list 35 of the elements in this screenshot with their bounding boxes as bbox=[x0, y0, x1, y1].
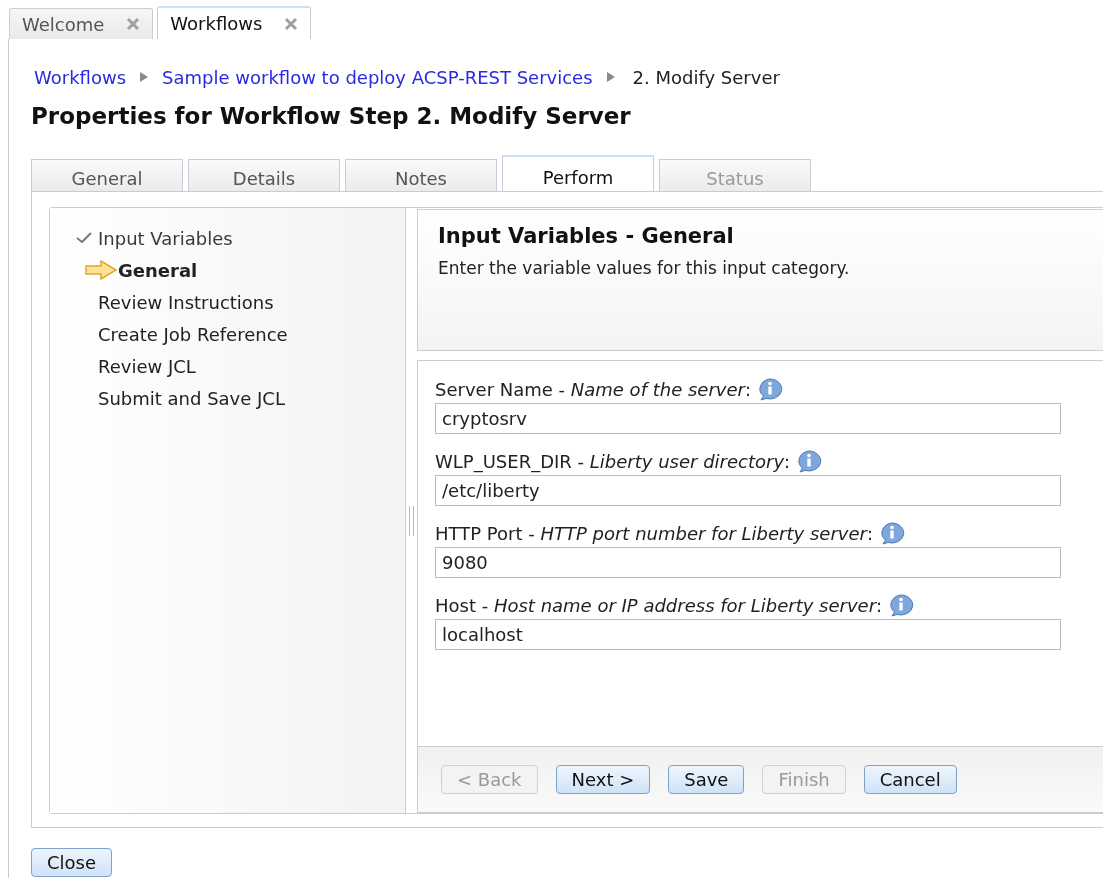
editor-tab[interactable]: Workflows bbox=[157, 6, 312, 39]
editor-tab[interactable]: Welcome bbox=[9, 8, 154, 39]
step-item[interactable]: Input Variables bbox=[98, 227, 233, 249]
wizard-button[interactable]: Save bbox=[668, 765, 745, 794]
field-label: HTTP Port - HTTP port number for Liberty server: bbox=[435, 522, 873, 544]
field-label: Server Name - Name of the server: bbox=[435, 378, 751, 400]
wizard-button[interactable]: Next > bbox=[555, 765, 651, 794]
step-item[interactable]: Create Job Reference bbox=[98, 323, 288, 345]
input-field[interactable]: 9080 bbox=[435, 547, 1061, 578]
step-item[interactable]: Review JCL bbox=[98, 355, 196, 377]
breadcrumb-current: 2. Modify Server bbox=[632, 66, 780, 88]
chevron-icon bbox=[140, 72, 149, 82]
page-title: Properties for Workflow Step 2. Modify Server bbox=[31, 103, 632, 131]
chevron-icon bbox=[606, 72, 615, 82]
breadcrumb-link[interactable]: Workflows bbox=[34, 66, 127, 88]
tab[interactable]: Details bbox=[188, 159, 340, 191]
tab[interactable]: General bbox=[31, 159, 183, 191]
input-field[interactable]: cryptosrv bbox=[435, 403, 1061, 434]
tab[interactable]: Perform bbox=[502, 155, 654, 191]
step-item[interactable]: Review Instructions bbox=[98, 291, 274, 313]
step-item[interactable]: Submit and Save JCL bbox=[98, 387, 285, 409]
input-field[interactable]: /etc/liberty bbox=[435, 475, 1061, 506]
wizard-button[interactable]: Cancel bbox=[863, 765, 957, 794]
input-field[interactable]: localhost bbox=[435, 619, 1061, 650]
close-button[interactable]: Close bbox=[31, 848, 113, 877]
tab[interactable]: Notes bbox=[345, 159, 497, 191]
splitter-handle[interactable] bbox=[409, 505, 414, 536]
breadcrumb-link[interactable]: Sample workflow to deploy ACSP-REST Services bbox=[162, 66, 593, 88]
field-label: Host - Host name or IP address for Liberty server: bbox=[435, 594, 883, 616]
field-label: WLP_USER_DIR - Liberty user directory: bbox=[435, 450, 791, 472]
section-title: Input Variables - General bbox=[438, 224, 735, 248]
close-icon[interactable] bbox=[284, 16, 299, 31]
section-description: Enter the variable values for this input category. bbox=[438, 258, 851, 278]
step-item[interactable]: General bbox=[118, 259, 198, 281]
close-icon[interactable] bbox=[126, 17, 141, 31]
